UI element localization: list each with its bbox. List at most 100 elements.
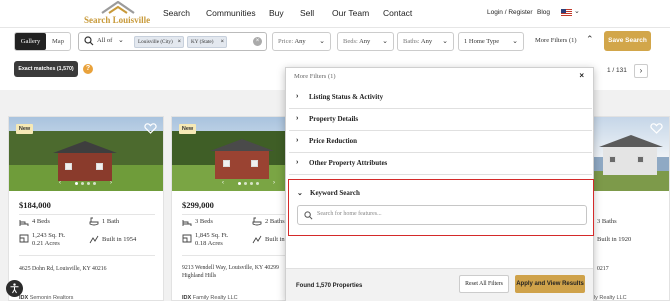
keyword-search-section: ⌄ Keyword Search Search for home feature… — [288, 179, 594, 236]
chevron-down-icon: ⌄ — [442, 37, 448, 45]
photo-carousel-dots — [67, 182, 107, 186]
baths-label: Baths: — [403, 38, 420, 45]
logo-text: Search Louisville — [84, 15, 151, 25]
pagination-label: 1 / 131 — [607, 67, 627, 74]
listing-baths: 2 Baths — [265, 218, 285, 225]
baths-value: Any — [420, 38, 433, 45]
next-photo-icon[interactable]: › — [273, 180, 275, 186]
bath-icon — [89, 217, 99, 226]
house-image — [603, 147, 657, 175]
price-dropdown[interactable]: Price: Any ⌄ — [272, 32, 331, 51]
listing-broker: IDX Semonin Realtors — [19, 295, 74, 301]
keyword-search-input[interactable]: Search for home features... — [297, 205, 587, 225]
page: Search Louisville Search Communities Buy… — [0, 0, 670, 301]
remove-chip-icon[interactable]: × — [178, 37, 181, 47]
listing-price: $299,000 — [182, 200, 214, 210]
reset-filters-button[interactable]: Reset All Filters — [459, 275, 509, 293]
chevron-down-icon[interactable]: ⌄ — [574, 7, 580, 15]
favorite-heart-icon[interactable] — [144, 122, 157, 135]
chevron-down-icon: ⌄ — [297, 190, 303, 197]
house-image — [215, 151, 269, 179]
blog-link[interactable]: Blog — [537, 9, 550, 16]
chevron-right-icon: › — [296, 159, 299, 166]
chevron-up-icon[interactable]: ⌃ — [586, 34, 594, 45]
home-type-value: 1 Home Type — [464, 38, 500, 45]
site-logo[interactable]: Search Louisville — [84, 1, 154, 27]
chip-louisville: Louisville (City) × — [134, 36, 184, 48]
help-icon[interactable]: ? — [83, 64, 93, 74]
favorite-heart-icon[interactable] — [650, 122, 663, 135]
us-flag-icon[interactable] — [561, 9, 572, 16]
modal-title: More Filters (1) — [294, 73, 336, 80]
next-page-button[interactable]: › — [634, 64, 648, 78]
chevron-right-icon: › — [296, 93, 299, 100]
section-property-details[interactable]: › Property Details — [289, 109, 592, 131]
map-tab[interactable]: Map — [46, 33, 70, 50]
price-label: Price: — [278, 38, 294, 45]
location-search[interactable]: All of ⌄ Louisville (City) × KY (State) … — [78, 32, 267, 51]
accessibility-icon[interactable] — [6, 280, 23, 297]
nav-buy[interactable]: Buy — [269, 8, 284, 18]
new-badge: New — [179, 124, 196, 134]
nav-contact[interactable]: Contact — [383, 8, 412, 18]
prev-photo-icon[interactable]: ‹ — [59, 180, 61, 186]
chevron-right-icon: › — [296, 137, 299, 144]
listing-baths: 1 Bath — [102, 218, 120, 225]
listing-sqft: 1,243 Sq. Ft. — [32, 232, 66, 239]
chevron-down-icon: ⌄ — [319, 37, 325, 45]
section-title: Property Details — [309, 115, 359, 123]
home-type-dropdown[interactable]: 1 Home Type ⌄ — [458, 32, 524, 51]
nav-sell[interactable]: Sell — [300, 8, 314, 18]
bed-icon — [182, 220, 192, 226]
listing-card[interactable]: New ‹ › $184,000 4 Beds 1 Bath 1,243 Sq.… — [8, 116, 164, 301]
section-title: Keyword Search — [310, 189, 360, 197]
house-image — [58, 153, 112, 181]
beds-dropdown[interactable]: Beds: Any ⌄ — [337, 32, 394, 51]
clear-search-icon[interactable]: × — [253, 37, 262, 46]
gallery-tab[interactable]: Gallery — [15, 33, 46, 50]
baths-dropdown[interactable]: Baths: Any ⌄ — [397, 32, 454, 51]
next-photo-icon[interactable]: › — [110, 180, 112, 186]
close-icon[interactable]: × — [579, 71, 584, 80]
listing-beds: 4 Beds — [32, 218, 50, 225]
nav-communities[interactable]: Communities — [206, 8, 256, 18]
listing-acres: 0.21 Acres — [32, 240, 60, 247]
listing-built: Built in 1954 — [102, 236, 137, 243]
exact-matches-badge[interactable]: Exact matches (1,570) — [14, 61, 78, 77]
apply-results-button[interactable]: Apply and View Results — [515, 275, 585, 293]
modal-footer: Found 1,570 Properties Reset All Filters… — [286, 268, 593, 301]
save-search-button[interactable]: Save Search — [604, 31, 651, 51]
search-mode-select[interactable]: All of — [97, 37, 112, 44]
section-keyword-search[interactable]: ⌄ Keyword Search — [290, 183, 593, 205]
price-value: Any — [294, 38, 306, 45]
built-year-icon — [89, 235, 99, 244]
more-filters-button[interactable]: More Filters (1) — [535, 37, 577, 44]
found-count: Found 1,570 Properties — [296, 283, 363, 289]
listing-beds: 3 Beds — [195, 218, 213, 225]
listing-address[interactable]: 0217 — [597, 265, 670, 273]
search-icon — [84, 36, 94, 46]
built-year-icon — [252, 235, 262, 244]
chevron-down-icon: ⌄ — [382, 37, 388, 45]
chevron-down-icon[interactable]: ⌄ — [118, 36, 124, 44]
new-badge: New — [16, 124, 33, 134]
listing-price: $184,000 — [19, 200, 51, 210]
nav-our-team[interactable]: Our Team — [332, 8, 369, 18]
listing-address[interactable]: 4625 Dohn Rd, Louisville, KY 40216 — [19, 265, 159, 273]
listing-baths: 3 Baths — [597, 218, 617, 225]
nav-search[interactable]: Search — [163, 8, 190, 18]
prev-photo-icon[interactable]: ‹ — [222, 180, 224, 186]
section-title: Other Property Attributes — [309, 159, 388, 167]
view-toggle: Gallery Map — [14, 32, 71, 51]
section-price-reduction[interactable]: › Price Reduction — [289, 131, 592, 153]
more-filters-modal: More Filters (1) × › Listing Status & Ac… — [285, 67, 594, 301]
listing-acres: 0.18 Acres — [195, 240, 223, 247]
section-listing-status[interactable]: › Listing Status & Activity — [289, 87, 592, 109]
chip-ky: KY (State) × — [187, 36, 227, 48]
login-register-link[interactable]: Login / Register — [487, 9, 533, 16]
site-header: Search Louisville Search Communities Buy… — [0, 0, 670, 28]
section-other-attributes[interactable]: › Other Property Attributes — [289, 153, 592, 175]
remove-chip-icon[interactable]: × — [221, 37, 224, 47]
listing-built: Built in 1920 — [597, 236, 632, 243]
listing-photo[interactable]: New ‹ › — [9, 117, 163, 191]
